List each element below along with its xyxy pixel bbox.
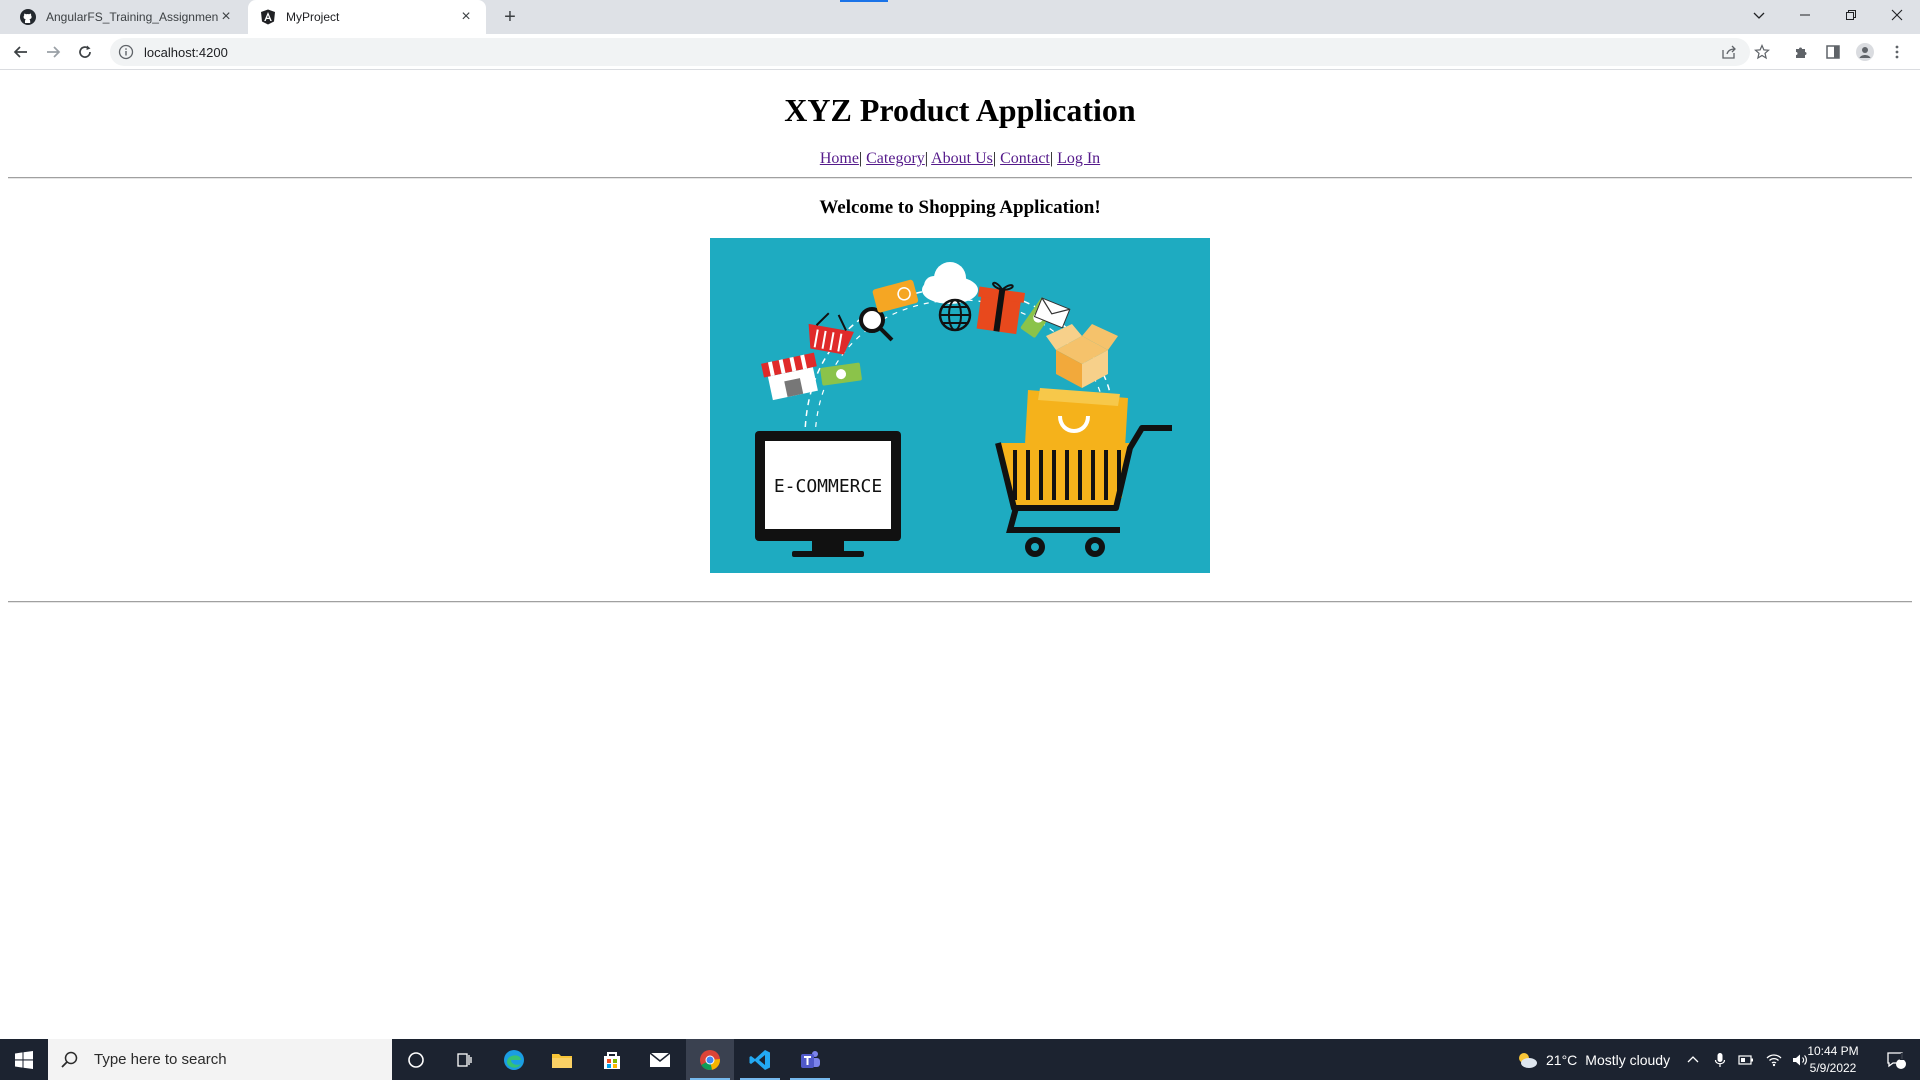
cortana-icon [408,1051,424,1068]
nav-link-contact[interactable]: Contact [1000,150,1050,167]
divider [8,601,1912,603]
edge-app[interactable] [490,1039,538,1080]
search-icon [61,1051,78,1068]
teams-icon [801,1050,820,1068]
github-icon [20,9,36,25]
tab-search-button[interactable] [1736,0,1782,30]
nav-link-login[interactable]: Log In [1057,150,1100,167]
task-view-button[interactable] [440,1039,488,1080]
tab-title: MyProject [286,10,340,24]
chevron-down-icon [1753,12,1765,19]
restore-button[interactable] [1828,0,1874,30]
forward-arrow-icon [47,46,61,58]
file-explorer-icon [552,1053,572,1068]
notification-count: 1 [1899,1052,1905,1063]
clock-time: 10:44 PM [1807,1044,1859,1058]
microphone-icon[interactable] [1714,1052,1726,1068]
taskbar-search-box[interactable]: Type here to search [48,1039,392,1080]
vscode-icon [749,1049,770,1070]
clock-date: 5/9/2022 [1809,1061,1857,1075]
close-tab-icon[interactable]: × [218,9,234,25]
monitor-icon: E-COMMERCE [755,431,901,557]
profile-button[interactable] [1853,40,1877,64]
chrome-app[interactable] [686,1039,734,1080]
angular-icon [261,9,275,25]
side-panel-button[interactable] [1821,40,1845,64]
nav-separator: | [1049,150,1054,167]
address-bar[interactable]: localhost:4200 [110,38,1750,66]
tab-github[interactable]: AngularFS_Training_Assignments × [8,0,246,34]
reload-button[interactable] [73,40,97,64]
teams-app[interactable] [786,1039,834,1080]
extensions-button[interactable] [1789,40,1813,64]
edge-icon [504,1049,524,1070]
nav-separator: | [858,150,863,167]
back-arrow-icon [13,46,27,58]
search-placeholder: Type here to search [94,1051,227,1068]
close-tab-icon[interactable]: × [458,9,474,25]
start-button[interactable] [0,1039,48,1080]
minimize-icon [1800,14,1810,16]
notification-center-button[interactable]: 1 [1876,1039,1916,1080]
weather-temp: 21°C [1546,1051,1578,1068]
nav-link-about-us[interactable]: About Us [931,150,993,167]
back-button[interactable] [9,40,33,64]
windows-logo-icon [15,1050,33,1069]
share-button[interactable] [1717,40,1741,64]
info-icon[interactable] [118,44,134,60]
cloud-sun-icon [1519,1052,1537,1068]
page-content: XYZ Product Application Home| Category| … [0,71,1920,1039]
clock[interactable]: 10:44 PM 5/9/2022 [1798,1043,1868,1077]
weather-widget[interactable]: 21°C Mostly cloudy [1516,1039,1670,1080]
nav-link-home[interactable]: Home [820,150,859,167]
browser-toolbar: localhost:4200 [0,34,1920,70]
chevron-up-icon[interactable] [1686,1053,1700,1067]
restore-icon [1846,10,1856,20]
browser-tab-strip: AngularFS_Training_Assignments × MyProje… [0,0,1920,34]
tab-strip-accent [840,0,888,2]
puzzle-icon [1796,47,1807,58]
avatar-icon [1856,43,1874,61]
battery-icon[interactable] [1738,1054,1754,1066]
store-icon [604,1051,620,1069]
reload-icon [79,45,91,58]
vscode-app[interactable] [736,1039,784,1080]
monitor-screen-text: E-COMMERCE [774,476,882,497]
system-tray [1686,1039,1808,1080]
tab-myproject[interactable]: MyProject × [248,0,486,34]
bookmark-button[interactable] [1750,40,1774,64]
weather-condition: Mostly cloudy [1585,1051,1671,1068]
mail-app[interactable] [636,1039,684,1080]
forward-button[interactable] [41,40,65,64]
menu-button[interactable] [1885,40,1909,64]
close-icon [1891,9,1903,21]
cortana-button[interactable] [392,1039,440,1080]
nav-separator: | [924,150,928,167]
taskbar: Type here to search 21°C Mostly cloudy 1… [0,1039,1920,1080]
mail-icon [649,1051,671,1067]
chrome-icon [700,1049,720,1070]
nav-separator: | [992,150,997,167]
wifi-icon[interactable] [1766,1053,1782,1067]
close-window-button[interactable] [1874,0,1920,30]
address-text: localhost:4200 [144,44,228,60]
tab-title: AngularFS_Training_Assignments [46,10,218,24]
more-vertical-icon [1895,45,1899,59]
share-icon [1722,45,1736,59]
ecommerce-banner-image: E-COMMERCE [710,238,1210,573]
star-icon [1754,44,1770,60]
welcome-heading: Welcome to Shopping Application! [819,197,1101,218]
store-app[interactable] [588,1039,636,1080]
file-explorer-app[interactable] [538,1039,586,1080]
side-panel-icon [1826,45,1840,59]
task-view-icon [457,1052,472,1067]
new-tab-button[interactable]: + [498,5,522,29]
minimize-button[interactable] [1782,0,1828,30]
main-nav: Home| Category| About Us| Contact| Log I… [0,150,1920,168]
nav-link-category[interactable]: Category [866,150,925,167]
divider [8,177,1912,179]
page-title: XYZ Product Application [784,92,1136,128]
